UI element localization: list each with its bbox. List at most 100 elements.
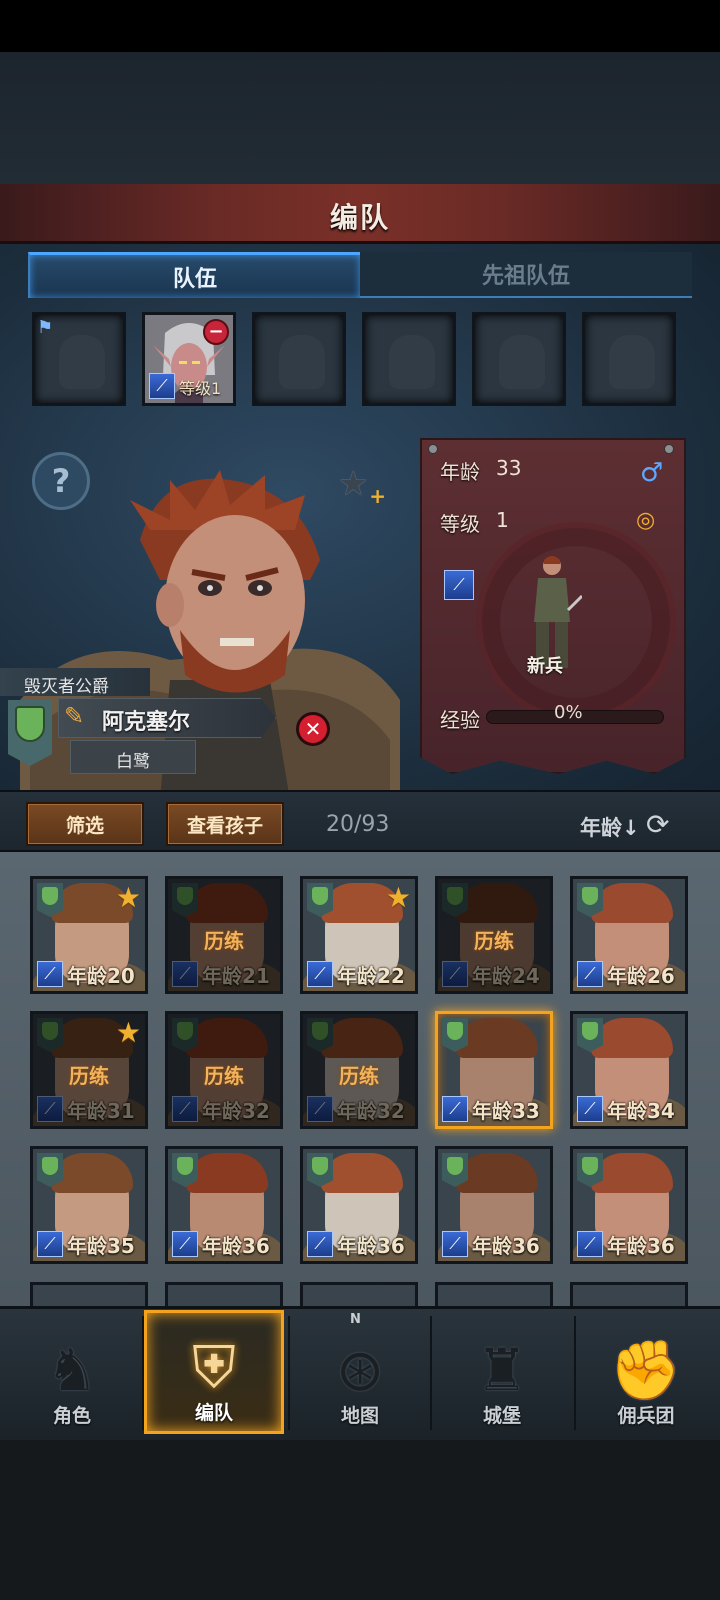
sword-icon: ⟋: [577, 1096, 603, 1122]
age-label: 年龄36: [337, 1234, 405, 1258]
roster-card[interactable]: ⟋ 年龄32 历练: [165, 1011, 283, 1129]
remove-member-button[interactable]: −: [203, 319, 229, 345]
roster-card-partial[interactable]: [300, 1282, 418, 1306]
character-hair: [456, 883, 538, 923]
title-banner: 编队: [0, 184, 720, 244]
roster-card-partial[interactable]: [165, 1282, 283, 1306]
refresh-sort-icon[interactable]: ⟳: [646, 808, 669, 841]
training-status: 历练: [339, 1064, 379, 1088]
sword-icon: ⟋: [172, 1096, 198, 1122]
roster-card[interactable]: ⟋ 年龄32 历练: [300, 1011, 418, 1129]
team-slot-3[interactable]: [252, 312, 346, 406]
roster-card[interactable]: ⟋ 年龄24 历练: [435, 876, 553, 994]
age-label: 年龄21: [202, 964, 270, 988]
roster-card[interactable]: ⟋ 年龄36: [435, 1146, 553, 1264]
character-hair: [186, 1018, 268, 1058]
faction-shield-icon: [442, 883, 468, 917]
age-label: 年龄34: [607, 1099, 675, 1123]
roster-card-partial[interactable]: [435, 1282, 553, 1306]
sword-icon: ⟋: [577, 1231, 603, 1257]
empty-slot-helmet-icon: [279, 335, 325, 389]
roster-card[interactable]: ⟋ 年龄33: [435, 1011, 553, 1129]
class-name: 新兵: [527, 656, 563, 677]
empty-slot-helmet-icon: [499, 335, 545, 389]
nav-formation[interactable]: ⛨ 编队: [144, 1310, 284, 1434]
card-pin: [664, 444, 674, 454]
faction-shield-icon: [577, 1153, 603, 1187]
roster-card-partial[interactable]: [570, 1282, 688, 1306]
team-slot-5[interactable]: [472, 312, 566, 406]
star-icon: ★: [115, 881, 141, 914]
sword-icon: ⟋: [307, 961, 333, 987]
fur-collar: [438, 963, 550, 991]
filter-button[interactable]: 筛选: [26, 802, 144, 846]
hero-name: 阿克塞尔: [102, 710, 191, 735]
hero-title: 毁灭者公爵: [0, 668, 150, 697]
sword-icon: ⟋: [442, 961, 468, 987]
roster-card[interactable]: ⟋ 年龄36: [165, 1146, 283, 1264]
empty-slot-helmet-icon: [609, 335, 655, 389]
team-slot-4[interactable]: [362, 312, 456, 406]
app-root: 编队 队伍 先祖队伍 ⚑ − ⟋ 等级1 ? ★ + 毁灭者公爵 ✎ 阿克塞尔 …: [0, 0, 720, 1600]
level-label: 等级: [440, 512, 480, 536]
empty-slot-helmet-icon: [59, 335, 105, 389]
xp-value: 0%: [554, 702, 583, 723]
sword-icon: ⟋: [307, 1096, 333, 1122]
sword-icon: ⟋: [442, 1231, 468, 1257]
character-hair: [321, 1018, 403, 1058]
roster-card[interactable]: ⟋ 年龄21 历练: [165, 876, 283, 994]
roster-card[interactable]: ⟋ 年龄36: [300, 1146, 418, 1264]
mercenary-fist-icon: ✊: [609, 1336, 683, 1404]
age-label: 年龄33: [472, 1099, 540, 1123]
faction-shield-icon: [442, 1153, 468, 1187]
roster-card[interactable]: ⟋ 年龄35: [30, 1146, 148, 1264]
age-label: 年龄32: [202, 1099, 270, 1123]
nav-map[interactable]: ⊛ 地图: [290, 1310, 430, 1434]
nav-castle[interactable]: ♜ 城堡: [432, 1310, 572, 1434]
fur-collar: [303, 1098, 415, 1126]
faction-shield-icon: [172, 883, 198, 917]
tab-team[interactable]: 队伍: [28, 252, 360, 298]
leader-flag-icon: ⚑: [37, 317, 54, 338]
roster-card[interactable]: ⟋ 年龄26: [570, 876, 688, 994]
nav-character[interactable]: ♞ 角色: [2, 1310, 142, 1434]
faction-shield-icon: [172, 1018, 198, 1052]
dismiss-button[interactable]: ✕: [296, 712, 330, 746]
roster-card[interactable]: ⟋ 年龄34: [570, 1011, 688, 1129]
roster-card[interactable]: ★ ⟋ 年龄31 历练: [30, 1011, 148, 1129]
team-slot-6[interactable]: [582, 312, 676, 406]
empty-slot-helmet-icon: [389, 335, 435, 389]
character-hair: [51, 1153, 133, 1193]
nav-label: 地图: [340, 1405, 379, 1427]
age-label: 年龄: [440, 460, 480, 484]
age-label: 年龄26: [607, 964, 675, 988]
age-label: 年龄22: [337, 964, 405, 988]
compass-map-icon: ⊛: [335, 1336, 385, 1404]
age-label: 年龄24: [472, 964, 540, 988]
sword-class-icon: ⟋: [444, 570, 474, 600]
sort-age-button[interactable]: 年龄↓: [580, 812, 640, 842]
slot-level-label: 等级1: [179, 379, 222, 398]
roster-card[interactable]: ⟋ 年龄36: [570, 1146, 688, 1264]
tab-ancestor-team[interactable]: 先祖队伍: [360, 252, 692, 298]
sword-icon: ⟋: [172, 961, 198, 987]
team-slot-2[interactable]: − ⟋ 等级1: [142, 312, 236, 406]
age-value: 33: [496, 456, 522, 480]
level-value: 1: [496, 508, 509, 532]
nav-mercenary[interactable]: ✊ 佣兵团: [576, 1310, 716, 1434]
knight-icon: ♞: [46, 1336, 98, 1404]
team-slot-1[interactable]: ⚑: [32, 312, 126, 406]
roster-card[interactable]: ★ ⟋ 年龄22: [300, 876, 418, 994]
star-icon: ★: [115, 1016, 141, 1049]
roster-card-partial[interactable]: [30, 1282, 148, 1306]
training-status: 历练: [474, 929, 514, 953]
faction-shield-icon: [37, 1018, 63, 1052]
sword-icon: ⟋: [307, 1231, 333, 1257]
card-pin: [428, 444, 438, 454]
view-children-button[interactable]: 查看孩子: [166, 802, 284, 846]
roster-card[interactable]: ★ ⟋ 年龄20: [30, 876, 148, 994]
edit-name-icon[interactable]: ✎: [64, 702, 96, 734]
faction-shield-icon: [442, 1018, 468, 1052]
ring-icon[interactable]: ◎: [636, 508, 655, 533]
faction-shield-icon: [577, 1018, 603, 1052]
